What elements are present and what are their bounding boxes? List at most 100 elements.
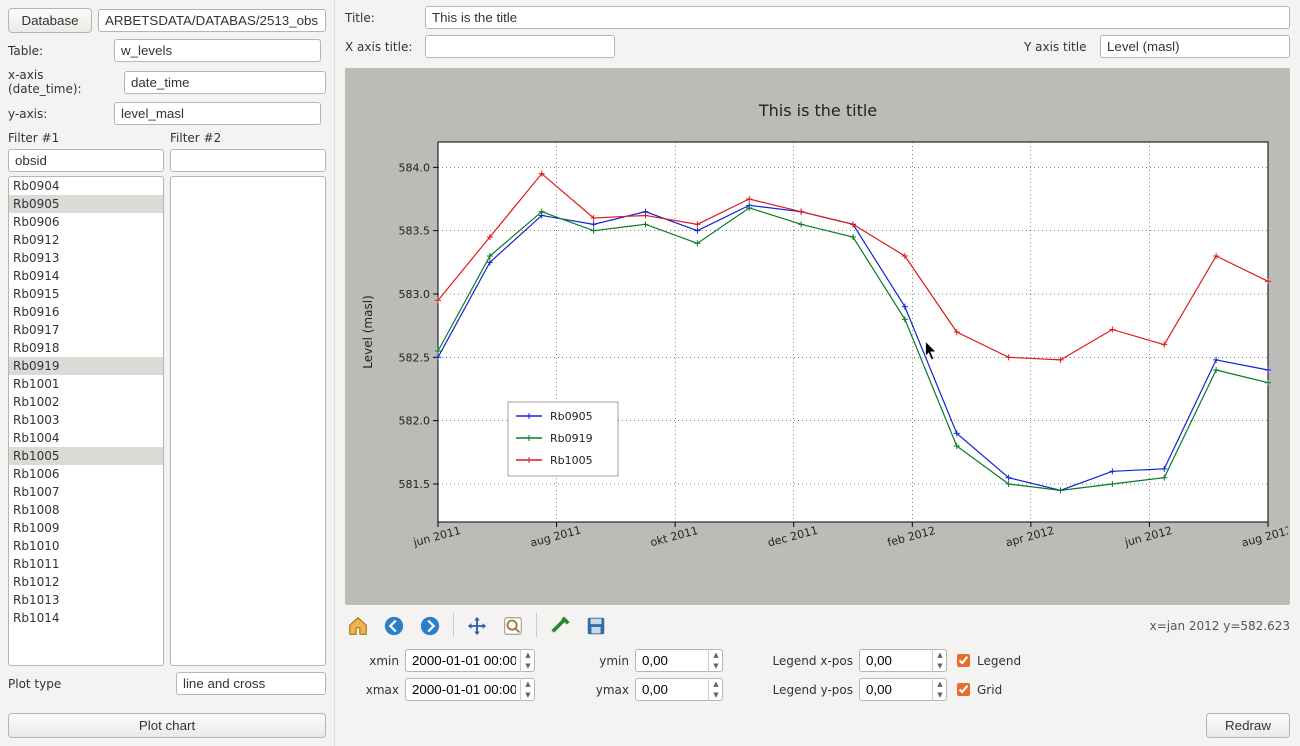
- spin-up-icon[interactable]: ▲: [521, 649, 535, 661]
- save-icon[interactable]: [583, 613, 609, 639]
- list-item[interactable]: Rb0913: [9, 249, 163, 267]
- database-path-input[interactable]: [98, 9, 326, 32]
- svg-text:Rb1005: Rb1005: [550, 454, 593, 467]
- ymax-label: ymax: [575, 683, 629, 697]
- yaxis-title-input[interactable]: [1100, 35, 1290, 58]
- spin-up-icon[interactable]: ▲: [709, 649, 723, 661]
- spin-down-icon[interactable]: ▼: [709, 661, 723, 673]
- spin-up-icon[interactable]: ▲: [521, 678, 535, 690]
- title-label: Title:: [345, 11, 419, 25]
- redraw-button[interactable]: Redraw: [1206, 713, 1290, 738]
- list-item[interactable]: Rb1011: [9, 555, 163, 573]
- svg-text:584.0: 584.0: [398, 161, 430, 174]
- chart-area[interactable]: This is the title581.5582.0582.5583.0583…: [345, 68, 1290, 605]
- title-input[interactable]: [425, 6, 1290, 29]
- grid-checkbox-label: Grid: [977, 683, 1002, 697]
- list-item[interactable]: Rb1002: [9, 393, 163, 411]
- xaxis-title-label: X axis title:: [345, 40, 419, 54]
- xmax-label: xmax: [345, 683, 399, 697]
- toolbar-separator: [536, 613, 537, 637]
- yaxis-select[interactable]: level_masl: [114, 102, 321, 125]
- ymin-label: ymin: [575, 654, 629, 668]
- list-item[interactable]: Rb1014: [9, 609, 163, 627]
- list-item[interactable]: Rb0906: [9, 213, 163, 231]
- filter2-listbox[interactable]: [170, 176, 326, 666]
- list-item[interactable]: Rb1004: [9, 429, 163, 447]
- xaxis-label: x-axis (date_time):: [8, 68, 118, 96]
- list-item[interactable]: Rb0918: [9, 339, 163, 357]
- back-icon[interactable]: [381, 613, 407, 639]
- xaxis-select[interactable]: date_time: [124, 71, 326, 94]
- legend-checkbox[interactable]: [957, 654, 970, 667]
- zoom-icon[interactable]: [500, 613, 526, 639]
- pan-icon[interactable]: [464, 613, 490, 639]
- list-item[interactable]: Rb1005: [9, 447, 163, 465]
- svg-text:feb 2012: feb 2012: [885, 523, 936, 548]
- list-item[interactable]: Rb0904: [9, 177, 163, 195]
- filter1-select[interactable]: obsid: [8, 149, 164, 172]
- filter2-select[interactable]: [170, 149, 326, 172]
- yaxis-label: y-axis:: [8, 107, 108, 121]
- list-item[interactable]: Rb1003: [9, 411, 163, 429]
- list-item[interactable]: Rb1012: [9, 573, 163, 591]
- list-item[interactable]: Rb0919: [9, 357, 163, 375]
- svg-text:Rb0905: Rb0905: [550, 410, 593, 423]
- database-button[interactable]: Database: [8, 8, 92, 33]
- svg-text:apr 2012: apr 2012: [1004, 523, 1055, 548]
- toolbar-separator: [453, 613, 454, 637]
- home-icon[interactable]: [345, 613, 371, 639]
- spin-down-icon[interactable]: ▼: [521, 661, 535, 673]
- svg-text:582.0: 582.0: [398, 414, 430, 427]
- legend-checkbox-label: Legend: [977, 654, 1021, 668]
- filter2-label: Filter #2: [170, 131, 326, 145]
- list-item[interactable]: Rb1013: [9, 591, 163, 609]
- yaxis-title-label: Y axis title: [1024, 40, 1094, 54]
- svg-text:jun 2011: jun 2011: [411, 524, 462, 549]
- plot-chart-button[interactable]: Plot chart: [8, 713, 326, 738]
- coord-readout: x=jan 2012 y=582.623: [1150, 619, 1290, 633]
- configure-icon[interactable]: [547, 613, 573, 639]
- svg-text:aug 2011: aug 2011: [528, 523, 582, 549]
- list-item[interactable]: Rb1008: [9, 501, 163, 519]
- xmin-input[interactable]: [405, 649, 535, 672]
- list-item[interactable]: Rb1006: [9, 465, 163, 483]
- list-item[interactable]: Rb1009: [9, 519, 163, 537]
- list-item[interactable]: Rb0916: [9, 303, 163, 321]
- legendy-label: Legend y-pos: [763, 683, 853, 697]
- svg-text:aug 2012: aug 2012: [1240, 523, 1288, 549]
- list-item[interactable]: Rb1010: [9, 537, 163, 555]
- svg-text:583.0: 583.0: [398, 288, 430, 301]
- spin-up-icon[interactable]: ▲: [933, 678, 947, 690]
- list-item[interactable]: Rb0905: [9, 195, 163, 213]
- list-item[interactable]: Rb1007: [9, 483, 163, 501]
- spin-down-icon[interactable]: ▼: [933, 690, 947, 702]
- table-label: Table:: [8, 44, 108, 58]
- spin-down-icon[interactable]: ▼: [521, 690, 535, 702]
- list-item[interactable]: Rb0912: [9, 231, 163, 249]
- list-item[interactable]: Rb0915: [9, 285, 163, 303]
- xaxis-title-input[interactable]: [425, 35, 615, 58]
- filter1-listbox[interactable]: Rb0904Rb0905Rb0906Rb0912Rb0913Rb0914Rb09…: [8, 176, 164, 666]
- plot-type-label: Plot type: [8, 677, 170, 691]
- svg-text:dec 2011: dec 2011: [766, 523, 819, 549]
- plot-type-select[interactable]: line and cross: [176, 672, 326, 695]
- svg-text:Rb0919: Rb0919: [550, 432, 593, 445]
- table-select[interactable]: w_levels: [114, 39, 321, 62]
- filter1-label: Filter #1: [8, 131, 164, 145]
- grid-checkbox[interactable]: [957, 683, 970, 696]
- svg-text:okt 2011: okt 2011: [648, 524, 699, 549]
- svg-text:582.5: 582.5: [398, 351, 430, 364]
- svg-text:583.5: 583.5: [398, 224, 430, 237]
- svg-text:581.5: 581.5: [398, 478, 430, 491]
- legendx-label: Legend x-pos: [763, 654, 853, 668]
- spin-up-icon[interactable]: ▲: [933, 649, 947, 661]
- list-item[interactable]: Rb0914: [9, 267, 163, 285]
- spin-down-icon[interactable]: ▼: [933, 661, 947, 673]
- xmax-input[interactable]: [405, 678, 535, 701]
- chart-svg: This is the title581.5582.0582.5583.0583…: [348, 92, 1288, 582]
- list-item[interactable]: Rb0917: [9, 321, 163, 339]
- forward-icon[interactable]: [417, 613, 443, 639]
- spin-down-icon[interactable]: ▼: [709, 690, 723, 702]
- spin-up-icon[interactable]: ▲: [709, 678, 723, 690]
- list-item[interactable]: Rb1001: [9, 375, 163, 393]
